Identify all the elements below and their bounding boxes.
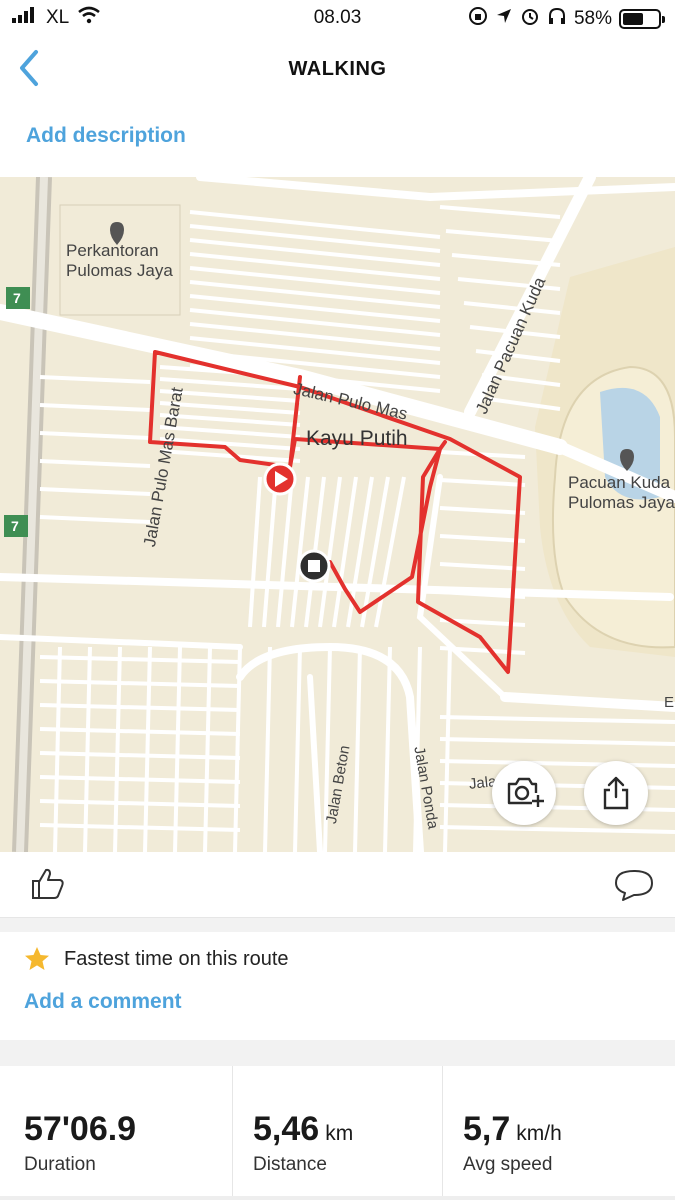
share-icon xyxy=(603,776,629,810)
stat-distance: 5,46 km Distance xyxy=(232,1066,442,1200)
workout-stats: 57'06.9 Duration 5,46 km Distance 5,7 km/h… xyxy=(0,1066,675,1200)
orientation-lock-icon xyxy=(468,6,488,32)
nav-bar: WALKING xyxy=(0,38,675,102)
road-shield-7-top: 7 xyxy=(13,290,21,306)
battery-level xyxy=(623,13,643,25)
comment-icon xyxy=(615,870,653,901)
page-title: WALKING xyxy=(288,58,387,80)
battery-percent: 58% xyxy=(573,8,612,29)
add-description-link[interactable]: Add description xyxy=(26,124,186,148)
stat-label: Avg speed xyxy=(463,1154,553,1175)
stat-value: 57'06.9 xyxy=(24,1110,137,1148)
headphones-icon xyxy=(547,6,567,32)
thumbs-up-icon xyxy=(32,868,64,899)
road-shield-7-bottom: 7 xyxy=(11,518,19,534)
bottom-divider xyxy=(0,1196,675,1200)
stat-label: Duration xyxy=(24,1154,96,1175)
label-pacuan-kuda: Pacuan Kuda Pulomas Jaya xyxy=(568,473,675,512)
route-map[interactable]: Perkantoran Pulomas Jaya 7 7 Jalan Pulo … xyxy=(0,177,675,852)
share-button[interactable] xyxy=(584,761,648,825)
add-comment-link[interactable]: Add a comment xyxy=(24,990,182,1014)
location-icon xyxy=(495,7,513,31)
label-edge-e: E xyxy=(664,694,675,711)
stat-avg-speed: 5,7 km/h Avg speed xyxy=(442,1066,675,1200)
comment-button[interactable] xyxy=(613,868,655,907)
battery-icon xyxy=(619,9,665,29)
camera-add-icon xyxy=(507,777,544,807)
section-divider-2 xyxy=(0,1040,675,1066)
status-bar: XL 08.03 58% xyxy=(0,0,675,36)
achievement-text: Fastest time on this route xyxy=(64,947,289,970)
label-kayu-putih: Kayu Putih xyxy=(306,427,408,450)
status-right: 58% xyxy=(468,6,665,32)
stat-value: 5,7 km/h xyxy=(463,1110,562,1148)
star-icon xyxy=(25,947,49,970)
section-divider xyxy=(0,918,675,932)
alarm-icon xyxy=(520,6,540,32)
stat-duration: 57'06.9 Duration xyxy=(0,1066,232,1200)
stat-value: 5,46 km xyxy=(253,1110,354,1148)
label-perkantoran: Perkantoran Pulomas Jaya xyxy=(66,241,173,280)
stat-label: Distance xyxy=(253,1154,327,1175)
like-button[interactable] xyxy=(30,866,66,905)
add-photo-button[interactable] xyxy=(492,761,556,825)
achievement-row: Fastest time on this route xyxy=(24,946,289,972)
social-actions xyxy=(0,852,675,918)
